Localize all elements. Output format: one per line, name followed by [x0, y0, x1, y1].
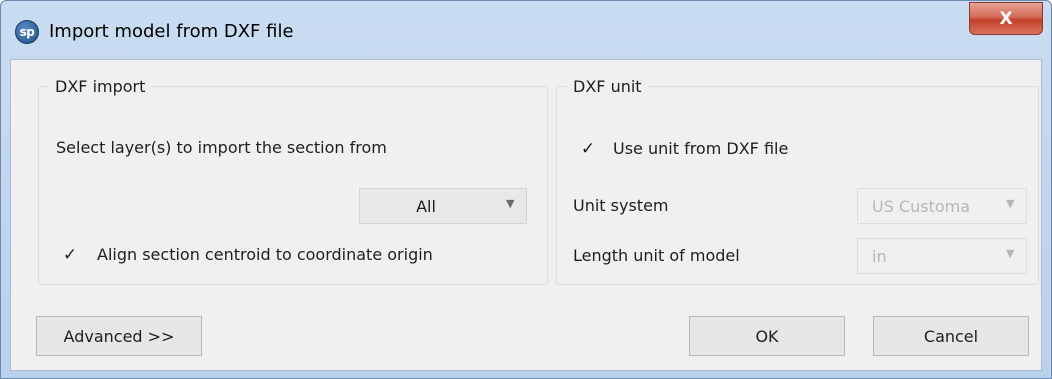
ok-button[interactable]: OK: [689, 316, 845, 356]
app-logo-text: sp: [19, 25, 35, 39]
dialog-content: DXF import Select layer(s) to import the…: [10, 59, 1042, 371]
chevron-down-icon: ▼: [1006, 197, 1015, 210]
layer-select[interactable]: All ▼: [359, 188, 527, 224]
window-title: Import model from DXF file: [49, 21, 294, 42]
use-unit-label[interactable]: Use unit from DXF file: [613, 139, 788, 158]
dxf-import-legend: DXF import: [55, 77, 146, 96]
use-unit-checkbox[interactable]: ✓: [579, 140, 597, 158]
length-unit-select-value: in: [872, 247, 887, 266]
checkmark-icon: ✓: [580, 139, 596, 159]
close-icon: X: [999, 8, 1013, 29]
length-unit-label: Length unit of model: [573, 246, 740, 265]
advanced-button[interactable]: Advanced >>: [36, 316, 202, 356]
cancel-button[interactable]: Cancel: [873, 316, 1029, 356]
unit-system-select[interactable]: US Customa ▼: [857, 188, 1027, 224]
title-bar[interactable]: sp Import model from DXF file X: [1, 1, 1051, 59]
unit-system-select-value: US Customa: [872, 197, 971, 216]
unit-system-label: Unit system: [573, 196, 669, 215]
layer-select-value: All: [416, 197, 436, 216]
dxf-unit-group: DXF unit ✓ Use unit from DXF file Unit s…: [556, 77, 1039, 285]
align-centroid-checkbox[interactable]: ✓: [61, 246, 79, 264]
checkmark-icon: ✓: [62, 245, 78, 265]
app-logo-icon: sp: [15, 20, 39, 44]
select-layers-label: Select layer(s) to import the section fr…: [56, 138, 387, 157]
close-button[interactable]: X: [969, 2, 1043, 35]
chevron-down-icon: ▼: [506, 197, 515, 210]
length-unit-select[interactable]: in ▼: [857, 238, 1027, 274]
chevron-down-icon: ▼: [1006, 247, 1015, 260]
dialog-window: sp Import model from DXF file X DXF impo…: [0, 0, 1052, 379]
align-centroid-label[interactable]: Align section centroid to coordinate ori…: [97, 245, 433, 264]
dxf-unit-legend: DXF unit: [573, 77, 642, 96]
dxf-import-group: DXF import Select layer(s) to import the…: [38, 77, 548, 285]
